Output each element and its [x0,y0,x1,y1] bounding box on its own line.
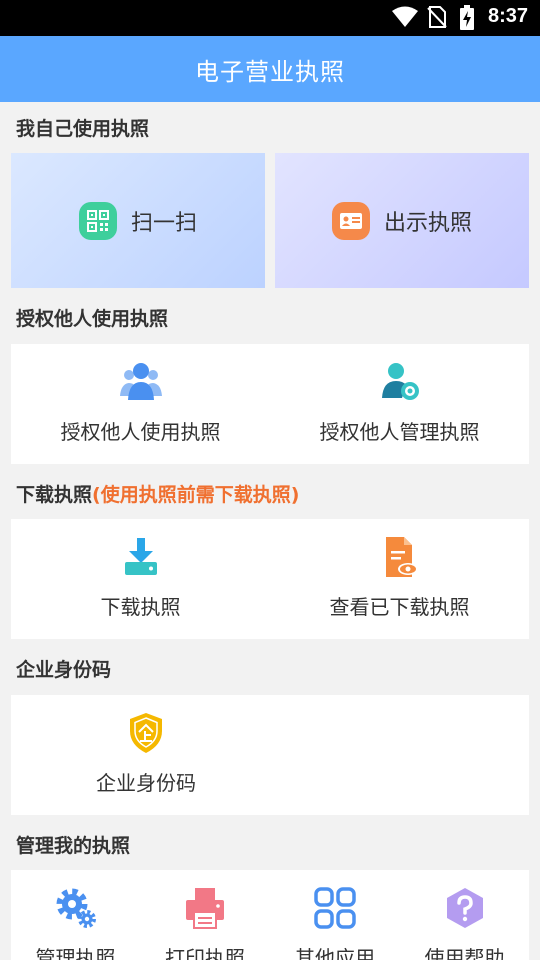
scan-button[interactable]: 扫一扫 [11,153,265,288]
section-title-download-text: 下载执照 [16,484,93,506]
show-license-button[interactable]: 出示执照 [275,153,529,288]
users-icon [119,363,162,400]
download-license-label: 下载执照 [100,595,181,619]
download-icon [124,538,157,575]
show-license-label: 出示执照 [383,210,472,236]
user-settings-icon [381,363,419,400]
authorize-use-label: 授权他人使用执照 [60,420,221,444]
print-license-button[interactable]: 打印执照 [140,886,270,960]
authorize-manage-label: 授权他人管理执照 [319,420,480,444]
section-title-download: 下载执照(使用执照前需下载执照) [16,480,299,507]
qr-code-icon [78,201,117,240]
manage-card: 管理执照 打印执照 其他应用 使用帮助 [11,870,529,960]
help-button[interactable]: 使用帮助 [400,886,529,960]
document-view-icon [385,537,418,577]
authorize-use-button[interactable]: 授权他人使用执照 [11,360,270,445]
section-title-self-use: 我自己使用执照 [16,118,150,140]
identity-card: 企业身份码 [11,695,529,815]
manage-license-button[interactable]: 管理执照 [11,886,140,960]
download-license-button[interactable]: 下载执照 [11,535,270,620]
authorize-manage-button[interactable]: 授权他人管理执照 [270,360,529,445]
help-icon [446,888,483,928]
manage-item-label: 打印执照 [165,946,245,960]
authorize-card: 授权他人使用执照 授权他人管理执照 [11,344,529,464]
download-note: (使用执照前需下载执照) [92,484,300,506]
enterprise-id-label: 企业身份码 [96,771,196,795]
view-downloaded-label: 查看已下载执照 [329,595,470,619]
page-title: 电子营业执照 [195,57,345,86]
section-title-identity: 企业身份码 [16,659,112,681]
manage-item-label: 其他应用 [295,946,375,960]
section-title-manage: 管理我的执照 [16,835,131,857]
view-downloaded-button[interactable]: 查看已下载执照 [270,535,529,620]
enterprise-id-button[interactable]: 企业身份码 [11,711,281,796]
scan-label: 扫一扫 [130,210,197,236]
no-sim-icon [427,6,447,28]
app-bar: 电子营业执照 [0,36,540,102]
battery-charging-icon [460,5,474,30]
manage-item-label: 使用帮助 [424,946,505,960]
download-card: 下载执照 查看已下载执照 [11,519,529,639]
status-time: 8:37 [487,5,528,27]
printer-icon [186,888,224,929]
apps-icon [314,887,356,929]
manage-item-label: 管理执照 [35,946,116,960]
section-title-authorize: 授权他人使用执照 [16,308,169,330]
wifi-icon [392,6,418,27]
license-card-icon [331,201,370,240]
shield-icon [130,713,162,753]
status-bar: 8:37 [0,0,540,36]
other-apps-button[interactable]: 其他应用 [270,886,400,960]
gear-icon [56,888,96,928]
